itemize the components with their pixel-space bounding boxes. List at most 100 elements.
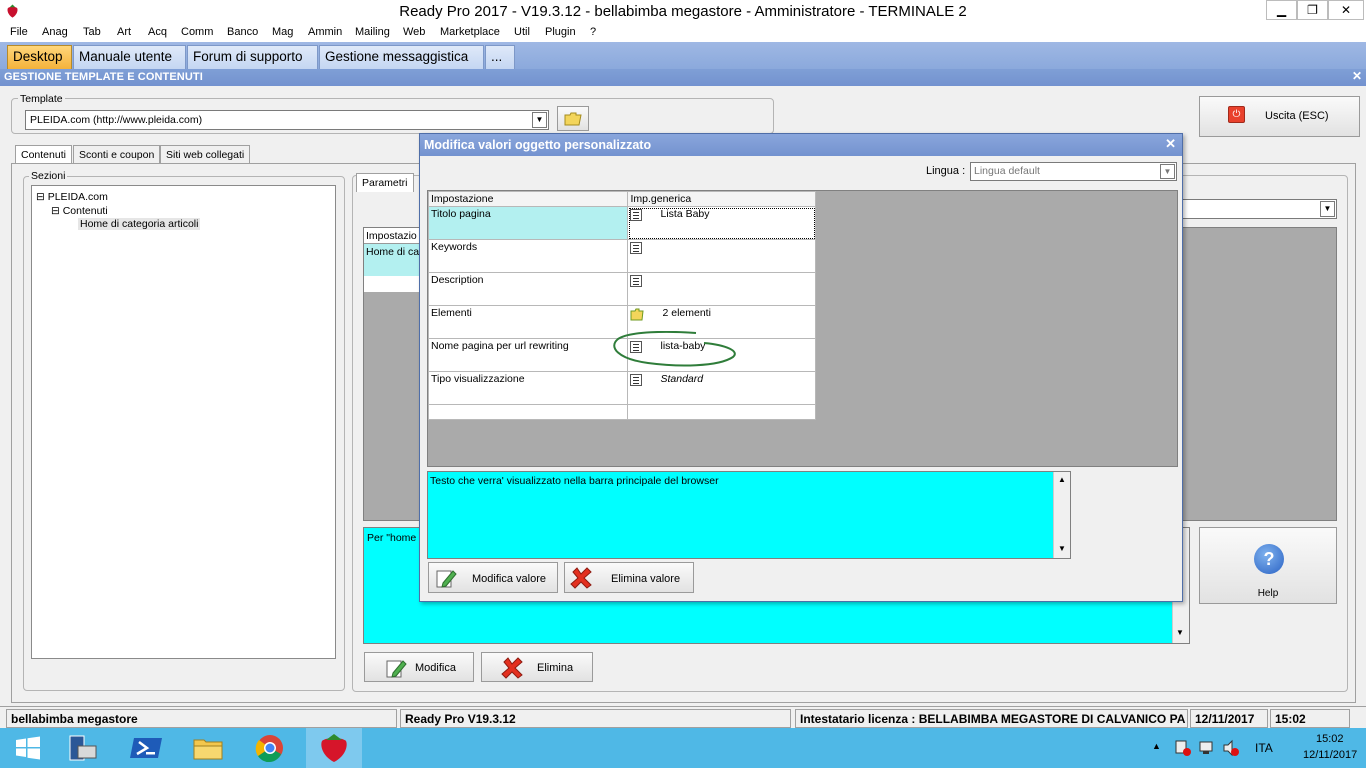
table-row <box>427 404 816 420</box>
tree-node-root-label: PLEIDA.com <box>47 191 108 203</box>
top-tab-strip: Desktop Manuale utente Forum di supporto… <box>0 42 1366 69</box>
scroll-down-icon[interactable]: ▼ <box>1176 628 1184 637</box>
file-explorer-icon[interactable] <box>188 732 228 764</box>
template-select[interactable]: PLEIDA.com (http://www.pleida.com) ▼ <box>25 110 549 130</box>
values-grid-area: Impostazione Imp.generica Titolo pagina … <box>427 190 1178 467</box>
menu-marketplace[interactable]: Marketplace <box>440 26 500 38</box>
exit-button[interactable]: ⏻ Uscita (ESC) <box>1199 96 1360 137</box>
title-bar: Ready Pro 2017 - V19.3.12 - bellabimba m… <box>0 0 1366 23</box>
table-row[interactable]: Description <box>427 272 816 306</box>
power-icon: ⏻ <box>1228 106 1245 123</box>
handwritten-annotation <box>613 331 736 367</box>
modifica-button[interactable]: Modifica <box>364 652 474 682</box>
column-header-imp-generica: Imp.generica <box>627 191 816 207</box>
status-date: 12/11/2017 <box>1190 709 1268 728</box>
menu-art[interactable]: Art <box>117 26 131 38</box>
modifica-valore-button[interactable]: Modifica valore <box>428 562 558 593</box>
menu-help[interactable]: ? <box>590 26 596 38</box>
menu-web[interactable]: Web <box>403 26 425 38</box>
value-cell[interactable] <box>627 239 816 273</box>
right-select[interactable]: ▼ <box>1178 199 1337 219</box>
help-icon: ? <box>1254 544 1284 574</box>
restore-button[interactable]: ❐ <box>1297 0 1328 20</box>
value-cell[interactable]: Lista Baby <box>627 206 816 240</box>
windows-start-icon[interactable] <box>8 732 48 764</box>
tab-siti-web[interactable]: Siti web collegati <box>160 145 251 164</box>
tree-node-home-categoria[interactable]: Home di categoria articoli <box>78 218 201 230</box>
menu-bar: File Anag Tab Art Acq Comm Banco Mag Amm… <box>0 23 1366 42</box>
value-cell[interactable] <box>627 272 816 306</box>
help-button[interactable]: ? Help <box>1199 527 1337 604</box>
window-title: Ready Pro 2017 - V19.3.12 - bellabimba m… <box>399 3 967 20</box>
edit-icon <box>436 570 457 588</box>
tab-manuale-utente[interactable]: Manuale utente <box>73 45 186 69</box>
tray-expand-icon[interactable]: ▲ <box>1152 741 1161 751</box>
dialog-close-icon[interactable]: ✕ <box>1165 136 1176 152</box>
exit-button-label: Uscita (ESC) <box>1265 110 1329 122</box>
elimina-valore-label: Elimina valore <box>611 573 681 585</box>
tab-parametri[interactable]: Parametri <box>356 173 414 192</box>
menu-mailing[interactable]: Mailing <box>355 26 390 38</box>
tab-more[interactable]: ... <box>485 45 515 69</box>
tab-sconti-coupon[interactable]: Sconti e coupon <box>73 145 161 164</box>
chevron-down-icon[interactable]: ▼ <box>1320 201 1335 217</box>
text-icon <box>630 275 643 287</box>
section-close-icon[interactable]: ✕ <box>1352 69 1362 83</box>
powershell-icon[interactable] <box>128 732 168 764</box>
chevron-down-icon[interactable]: ▼ <box>1160 164 1175 179</box>
server-manager-icon[interactable] <box>62 732 102 764</box>
scroll-down-icon[interactable]: ▼ <box>1058 544 1066 553</box>
elimina-button[interactable]: Elimina <box>481 652 593 682</box>
network-icon[interactable] <box>1198 739 1216 757</box>
tab-messaggistica[interactable]: Gestione messaggistica <box>319 45 484 69</box>
chrome-icon[interactable] <box>250 732 290 764</box>
open-folder-button[interactable] <box>557 106 589 131</box>
lingua-label: Lingua : <box>926 165 966 177</box>
menu-comm[interactable]: Comm <box>181 26 213 38</box>
menu-ammin[interactable]: Ammin <box>308 26 342 38</box>
volume-muted-icon[interactable] <box>1222 739 1240 757</box>
tray-language[interactable]: ITA <box>1255 741 1273 755</box>
table-row[interactable]: Keywords <box>427 239 816 273</box>
modify-values-dialog: Modifica valori oggetto personalizzato ✕… <box>419 133 1183 602</box>
lingua-select[interactable]: Lingua default ▼ <box>970 162 1177 181</box>
strawberry-icon[interactable] <box>314 732 354 764</box>
close-button[interactable]: ✕ <box>1328 0 1364 20</box>
setting-cell: Description <box>427 272 629 306</box>
menu-tab[interactable]: Tab <box>83 26 101 38</box>
status-company: bellabimba megastore <box>6 709 397 728</box>
column-header-impostazione: Impostazione <box>427 191 629 207</box>
table-row[interactable]: Tipo visualizzazione Standard <box>427 371 816 405</box>
menu-file[interactable]: File <box>10 26 28 38</box>
tree-node-root[interactable]: ⊟ PLEIDA.com <box>36 191 108 203</box>
tray-date[interactable]: 12/11/2017 <box>1303 749 1357 761</box>
tab-forum[interactable]: Forum di supporto <box>187 45 318 69</box>
dialog-description: Testo che verra' visualizzato nella barr… <box>427 471 1071 559</box>
menu-mag[interactable]: Mag <box>272 26 293 38</box>
text-icon <box>630 242 643 254</box>
tree-node-contenuti-label: Contenuti <box>62 205 108 217</box>
menu-util[interactable]: Util <box>514 26 530 38</box>
table-row[interactable]: Titolo pagina Lista Baby <box>427 206 816 240</box>
dialog-description-scrollbar[interactable]: ▲ ▼ <box>1053 472 1070 558</box>
elimina-valore-button[interactable]: Elimina valore <box>564 562 694 593</box>
scroll-up-icon[interactable]: ▲ <box>1058 475 1066 484</box>
menu-anag[interactable]: Anag <box>42 26 68 38</box>
menu-banco[interactable]: Banco <box>227 26 258 38</box>
tree-node-contenuti[interactable]: ⊟ Contenuti <box>51 205 108 217</box>
tray-time[interactable]: 15:02 <box>1316 733 1344 745</box>
menu-acq[interactable]: Acq <box>148 26 167 38</box>
grid-row[interactable]: Home di ca <box>364 244 424 276</box>
grid-header: Impostazio <box>364 228 424 244</box>
chevron-down-icon[interactable]: ▼ <box>532 112 547 128</box>
tab-contenuti[interactable]: Contenuti <box>15 145 72 164</box>
tab-desktop[interactable]: Desktop <box>7 45 72 69</box>
setting-cell: Nome pagina per url rewriting <box>427 338 629 372</box>
parameter-description-text: Per "home d <box>367 532 426 544</box>
network-error-icon[interactable] <box>1174 739 1192 757</box>
value-cell[interactable]: Standard <box>627 371 816 405</box>
menu-plugin[interactable]: Plugin <box>545 26 576 38</box>
folder-icon <box>630 308 645 321</box>
grid-row-empty <box>364 276 424 292</box>
minimize-button[interactable]: ▁ <box>1266 0 1297 20</box>
